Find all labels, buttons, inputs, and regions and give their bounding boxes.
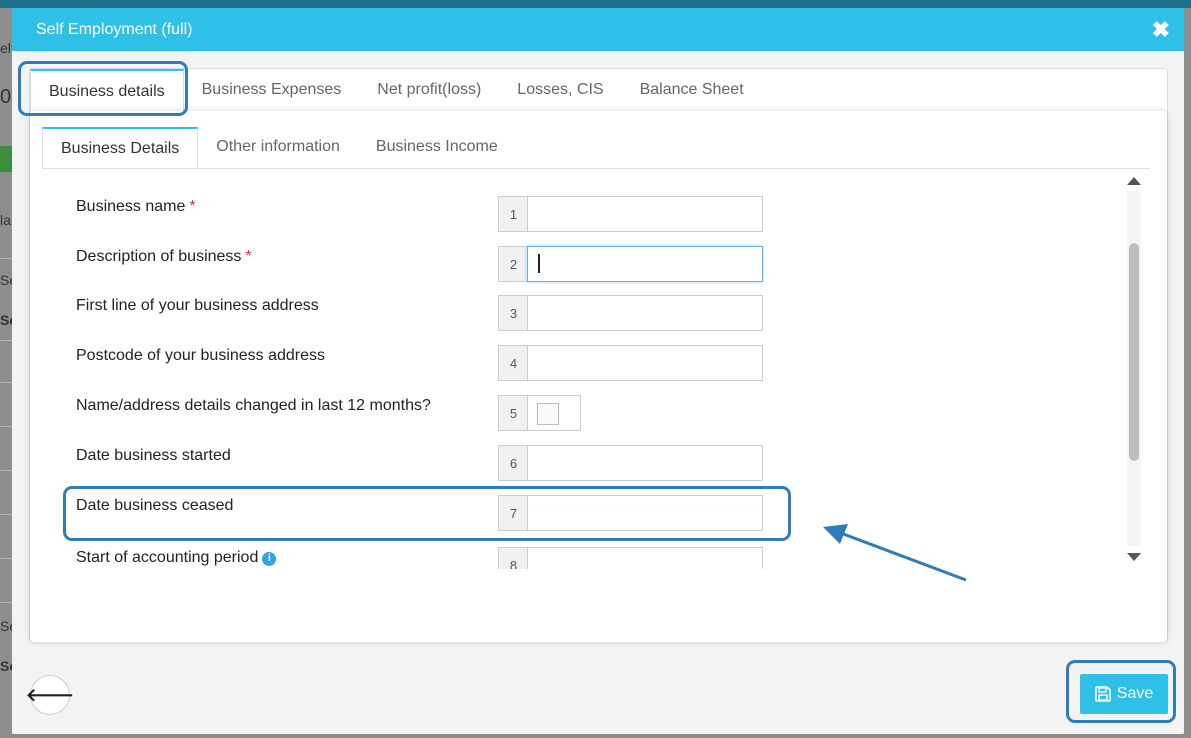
modal-header: Self Employment (full) ✖ xyxy=(12,8,1184,51)
floppy-disk-icon xyxy=(1094,686,1111,702)
form-row-accounting-start: Start of accounting period i 8 xyxy=(42,547,1132,569)
scroll-down-icon[interactable] xyxy=(1127,553,1141,561)
box-number: 6 xyxy=(498,445,528,481)
box-number: 7 xyxy=(498,495,528,531)
box-number: 5 xyxy=(498,395,528,431)
box-number: 3 xyxy=(498,295,528,331)
scroll-thumb[interactable] xyxy=(1129,243,1139,461)
subtab-business-details[interactable]: Business Details xyxy=(42,127,199,169)
tab-losses-cis[interactable]: Losses, CIS xyxy=(499,69,621,111)
modal-body: Business details Business Expenses Net p… xyxy=(12,51,1184,660)
business-details-form: Business name * 1 Description of business… xyxy=(42,169,1150,569)
field-label: Name/address details changed in last 12 … xyxy=(76,397,431,414)
outer-tab-bar: Business details Business Expenses Net p… xyxy=(30,69,762,111)
postcode-input[interactable] xyxy=(527,345,763,381)
background-topbar xyxy=(0,0,1191,8)
business-name-input[interactable] xyxy=(527,196,763,232)
self-employment-modal: Self Employment (full) ✖ Business detail… xyxy=(12,8,1184,734)
modal-title: Self Employment (full) xyxy=(36,20,193,38)
modal-footer: 🡐 Save xyxy=(12,660,1184,734)
close-icon[interactable]: ✖ xyxy=(1152,18,1170,41)
box-number: 1 xyxy=(498,196,528,232)
form-row-description: Description of business * 2 xyxy=(42,246,1132,286)
info-icon[interactable]: i xyxy=(262,552,277,566)
subtab-business-income[interactable]: Business Income xyxy=(358,127,516,169)
tab-business-details[interactable]: Business details xyxy=(30,69,184,111)
form-row-details-changed: Name/address details changed in last 12 … xyxy=(42,395,1132,435)
back-button[interactable]: 🡐 xyxy=(26,675,74,715)
form-row-address-line1: First line of your business address 3 xyxy=(42,295,1132,335)
form-row-date-ceased: Date business ceased 7 xyxy=(42,495,1132,535)
field-label: Start of accounting period i xyxy=(76,549,277,567)
required-marker: * xyxy=(189,198,196,215)
inner-tab-bar: Business Details Other information Busin… xyxy=(42,127,516,169)
accounting-start-input[interactable] xyxy=(527,547,763,569)
form-scrollbar[interactable] xyxy=(1122,169,1146,569)
field-label: Date business started xyxy=(76,447,231,464)
field-label: Business name * xyxy=(76,198,196,215)
form-row-date-started: Date business started 6 xyxy=(42,445,1132,485)
tab-balance-sheet[interactable]: Balance Sheet xyxy=(622,69,762,111)
required-marker: * xyxy=(245,248,252,265)
form-row-business-name: Business name * 1 xyxy=(42,196,1132,236)
scroll-up-icon[interactable] xyxy=(1127,177,1141,185)
inner-tab-panel: Business Details Other information Busin… xyxy=(30,111,1167,642)
save-button[interactable]: Save xyxy=(1080,674,1168,714)
box-number: 8 xyxy=(498,547,528,569)
outer-tab-panel: Business details Business Expenses Net p… xyxy=(29,68,1168,642)
date-ceased-input[interactable] xyxy=(527,495,763,531)
arrow-left-icon: 🡐 xyxy=(25,684,75,705)
form-row-postcode: Postcode of your business address 4 xyxy=(42,345,1132,385)
address-line1-input[interactable] xyxy=(527,295,763,331)
tab-net-profit-loss[interactable]: Net profit(loss) xyxy=(359,69,499,111)
description-input[interactable] xyxy=(527,246,763,282)
field-label: Date business ceased xyxy=(76,497,234,514)
field-label: First line of your business address xyxy=(76,297,319,314)
text-caret xyxy=(538,254,540,273)
background-button xyxy=(0,146,12,172)
details-changed-checkbox[interactable] xyxy=(537,403,559,425)
tab-business-expenses[interactable]: Business Expenses xyxy=(184,69,360,111)
date-started-input[interactable] xyxy=(527,445,763,481)
subtab-other-information[interactable]: Other information xyxy=(198,127,358,169)
box-number: 2 xyxy=(498,246,528,282)
save-label: Save xyxy=(1116,685,1154,702)
field-label: Postcode of your business address xyxy=(76,347,326,364)
checkbox-wrapper xyxy=(527,395,581,431)
field-label: Description of business * xyxy=(76,248,252,265)
scroll-track[interactable] xyxy=(1127,191,1141,546)
box-number: 4 xyxy=(498,345,528,381)
